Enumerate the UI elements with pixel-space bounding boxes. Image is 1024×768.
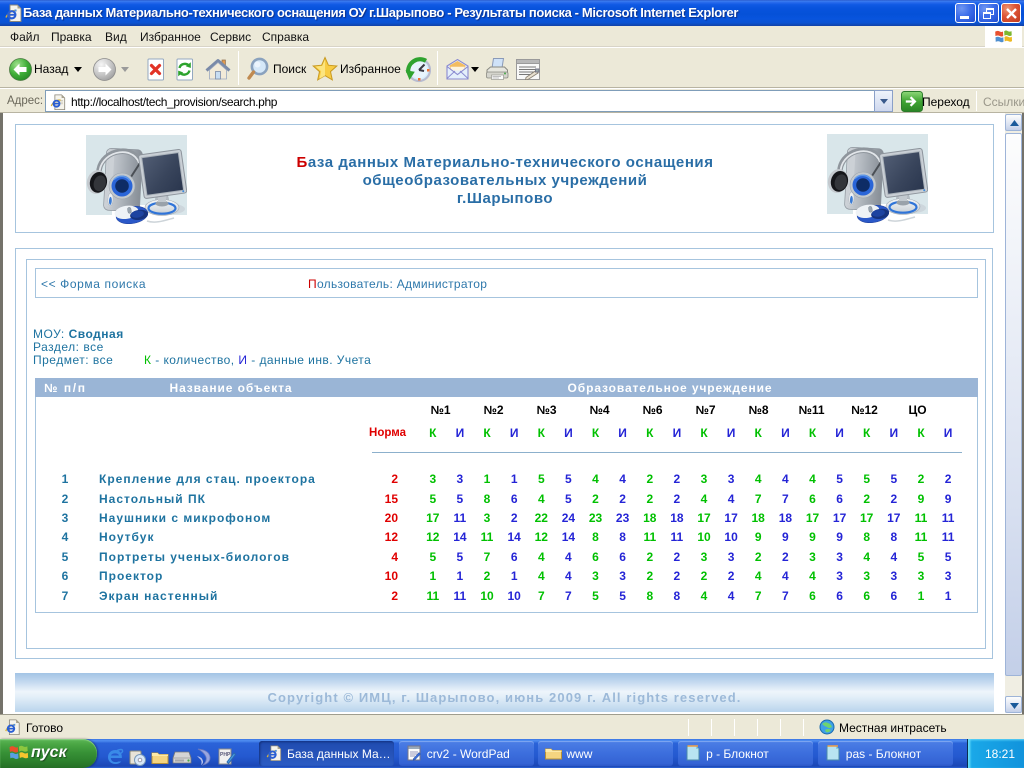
svg-text:PHP: PHP [220,752,231,758]
